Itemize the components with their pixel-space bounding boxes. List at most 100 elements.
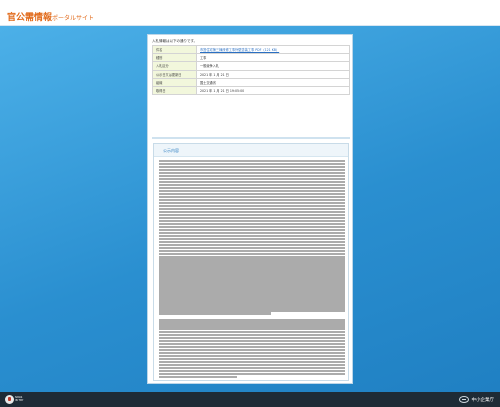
notice-text-line [159,228,345,231]
lock-icon [5,395,14,404]
info-row-value: 2021 年 1 月 21 日 19:05:00 [196,85,350,96]
info-row-label: 種別 [152,53,197,63]
notice-text-line [159,210,345,214]
notice-text-line [159,346,345,349]
notice-text-line [159,369,345,373]
site-header: 官公需情報ポータルサイト [0,0,500,26]
info-row: 取得日 2021 年 1 月 21 日 19:05:00 [152,85,350,96]
notice-text-line [159,186,345,190]
info-row-value: 工事 [196,53,350,63]
notice-text-line [159,322,345,325]
notice-text-line [159,366,345,370]
notice-text-line [159,334,345,337]
notice-text-line [159,246,345,249]
notice-text-line [159,243,345,246]
notice-text-line [159,309,345,312]
tender-detail-panel: 入札情報は以下の通りです。 件名 市営住宅第三棟改修工事外壁塗装工事 PDF（12… [147,34,353,384]
notice-text-line [159,372,345,376]
site-logo-link[interactable]: 官公需情報ポータルサイト [7,7,94,23]
notice-text-line [159,360,345,364]
notice-text-line [159,213,345,217]
footer-org-name: 中小企業庁 [471,397,495,403]
notice-text-line [159,357,345,361]
notice-text-line [159,273,345,276]
notice-text-line [159,171,345,175]
notice-text-line [159,237,345,240]
notice-text-line [159,288,345,291]
notice-text-line [159,297,345,300]
notice-text-line [159,219,345,223]
notice-text-line [159,231,345,234]
info-row-label: 取得日 [152,85,197,96]
info-row-label: 件名 [152,44,197,55]
notice-text-line [159,352,345,355]
org-logo-icon [458,396,469,403]
notice-text-line [159,300,345,303]
notice-text-line [159,331,345,334]
notice-text-line [159,240,345,243]
notice-heading: 公示内容 [154,144,348,157]
notice-text-line [159,325,345,328]
notice-text-line [159,291,345,294]
info-row-value: 国土交通省 [196,77,350,87]
notice-text-line [159,234,345,237]
notice-text-line [159,312,271,315]
notice-text-line [159,319,345,322]
notice-text-line [159,160,345,163]
info-row: 組織 国土交通省 [152,77,350,87]
notice-text-line [159,222,345,226]
notice-text-line [159,270,345,273]
notice-text-line [159,180,345,184]
info-row: 入札区分 一般競争入札 [152,61,350,71]
notice-text-line [159,337,345,340]
notice-text-line [159,306,345,309]
notice-text-line [159,249,345,252]
notice-text-line [159,207,345,211]
section-divider [152,137,350,139]
info-row-label: 組織 [152,77,197,87]
notice-text-line [159,276,345,279]
intro-text: 入札情報は以下の通りです。 [152,39,198,43]
badge-line2: IN TRY [15,398,24,402]
notice-text-line [159,294,345,297]
notice-text-line [159,255,345,258]
notice-text-line [159,355,345,358]
site-footer: SDGS IN TRY 中小企業庁 [0,392,500,407]
notice-text-line [159,162,345,166]
notice-text-line [159,183,345,187]
notice-section: 公示内容 [153,143,349,381]
notice-text-line [159,303,345,306]
footer-org-link[interactable]: 中小企業庁 [458,396,495,403]
footer-badge[interactable]: SDGS IN TRY [5,394,31,405]
site-title-main: 官公需情報 [7,13,53,23]
notice-text-line [159,216,345,220]
info-row-label: 入札区分 [152,61,197,71]
notice-text-line [159,252,345,255]
notice-text-line [159,198,345,202]
notice-body-text [159,160,345,378]
notice-text-line [159,264,345,267]
notice-text-line [159,328,345,331]
notice-text-line [159,168,345,172]
notice-text-line [159,177,345,181]
notice-text-line [159,267,345,270]
notice-text-line [159,343,345,346]
notice-text-line [159,363,345,367]
notice-text-line [159,192,345,196]
document-link[interactable]: 市営住宅第三棟改修工事外壁塗装工事 PDF（121 KB） [196,44,350,55]
notice-text-line [159,349,345,352]
notice-text-line [159,258,345,261]
notice-text-line [159,225,345,228]
notice-text-line [159,282,345,285]
notice-text-line [159,201,345,205]
notice-text-line [159,375,238,378]
info-row-label: 公示日又は更新日 [152,69,197,79]
info-row-value: 2021 年 1 月 21 日 [196,69,350,79]
info-row-value: 一般競争入札 [196,61,350,71]
notice-text-line [159,195,345,199]
tender-info-table: 件名 市営住宅第三棟改修工事外壁塗装工事 PDF（121 KB） 種別 工事 入札区分一… [152,44,350,96]
notice-text-line [159,174,345,178]
info-row: 種別 工事 [152,53,350,63]
site-title-sub: ポータルサイト [52,15,95,22]
info-row: 件名 市営住宅第三棟改修工事外壁塗装工事 PDF（121 KB） [152,44,350,55]
